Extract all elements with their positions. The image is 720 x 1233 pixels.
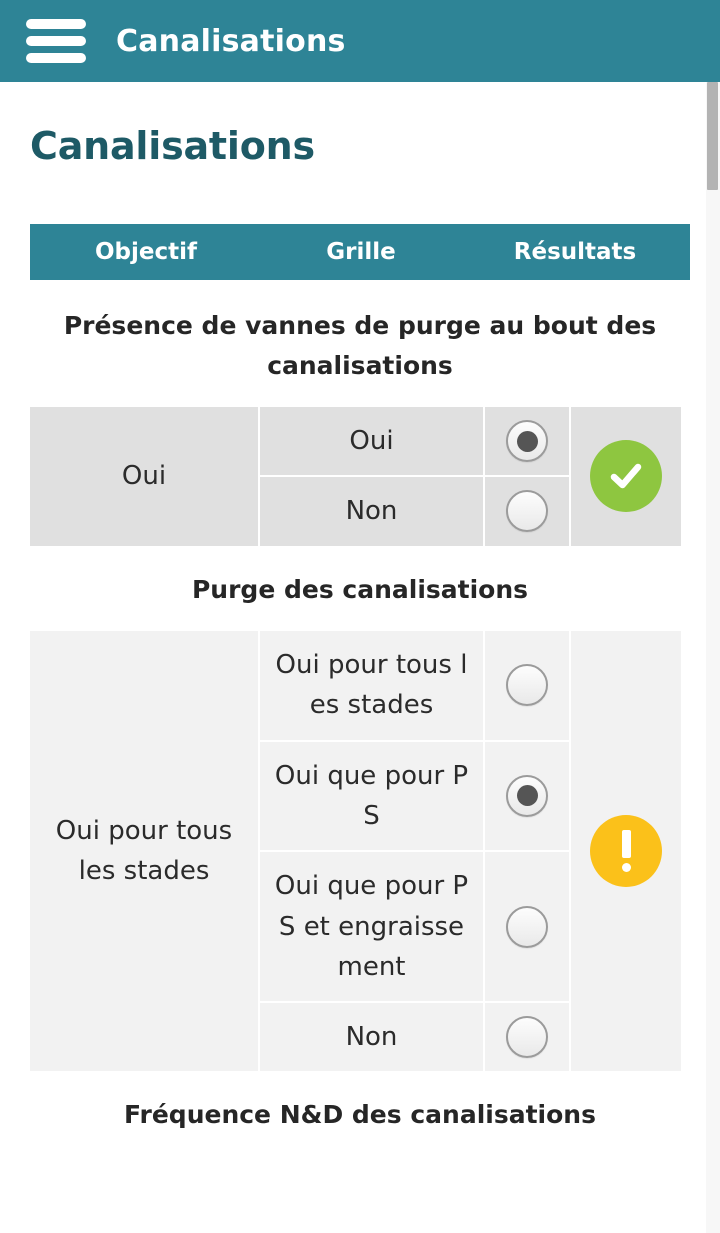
- tab-objectif[interactable]: Objectif: [30, 239, 262, 265]
- radio-dot: [516, 785, 538, 807]
- option-row[interactable]: Oui que pour PS et engraissement: [260, 850, 569, 1002]
- result-column-1: [569, 407, 681, 546]
- hamburger-bar-2: [26, 36, 86, 46]
- hamburger-menu-icon[interactable]: [26, 19, 86, 63]
- option-label: Non: [260, 1003, 485, 1072]
- question-grid-2: Oui pour tous les stades Oui pour tous l…: [30, 631, 681, 1072]
- hamburger-bar-3: [26, 53, 86, 63]
- current-answer-2: Oui pour tous les stades: [30, 631, 260, 1072]
- tab-grille[interactable]: Grille: [262, 239, 460, 265]
- radio-button[interactable]: [506, 905, 548, 948]
- exclamation-bar: [621, 830, 631, 859]
- option-radio-cell[interactable]: [485, 407, 569, 475]
- radio-dot: [516, 430, 538, 452]
- option-label: Oui que pour PS et engraissement: [260, 852, 485, 1002]
- question-heading-2: Purge des canalisations: [191, 574, 529, 604]
- option-row[interactable]: Oui pour tous les stades: [260, 631, 569, 740]
- scrollbar-thumb[interactable]: [707, 82, 718, 190]
- exclamation-dot: [621, 863, 631, 873]
- option-row[interactable]: Oui que pour PS: [260, 739, 569, 851]
- option-row[interactable]: Oui: [260, 407, 569, 476]
- page-content: Canalisations Objectif Grille Résultats …: [0, 82, 720, 1233]
- option-radio-cell[interactable]: [485, 631, 569, 740]
- option-row[interactable]: Non: [260, 1001, 569, 1072]
- option-label: Oui: [260, 407, 485, 476]
- check-circle-icon: [590, 440, 662, 513]
- exclamation-glyph: [621, 830, 631, 873]
- app-root: Canalisations Canalisations Objectif Gri…: [0, 0, 720, 1233]
- options-column-1: Oui Non: [260, 407, 569, 546]
- radio-button[interactable]: [506, 1016, 548, 1059]
- scrollbar-track[interactable]: [706, 82, 720, 1233]
- option-label: Oui que pour PS: [260, 741, 485, 851]
- option-row[interactable]: Non: [260, 475, 569, 546]
- option-label: Oui pour tous les stades: [260, 631, 485, 740]
- radio-button[interactable]: [506, 664, 548, 707]
- hamburger-bar-1: [26, 19, 86, 29]
- question-heading-3: Fréquence N&D des canalisations: [124, 1100, 596, 1130]
- option-radio-cell[interactable]: [485, 477, 569, 545]
- result-column-2: [569, 631, 681, 1072]
- radio-button[interactable]: [506, 774, 548, 817]
- question-heading-1: Présence de vannes de purge au bout des …: [63, 311, 657, 380]
- option-radio-cell[interactable]: [485, 742, 569, 851]
- radio-button[interactable]: [506, 490, 548, 533]
- option-radio-cell[interactable]: [485, 852, 569, 1001]
- app-bar-title: Canalisations: [116, 23, 346, 59]
- current-answer-1: Oui: [30, 407, 260, 546]
- warning-circle-icon: [590, 815, 662, 888]
- option-radio-cell[interactable]: [485, 1003, 569, 1071]
- app-bar: Canalisations: [0, 0, 720, 82]
- tab-resultats[interactable]: Résultats: [460, 239, 690, 265]
- question-grid-1: Oui Oui Non: [30, 407, 681, 546]
- tab-bar: Objectif Grille Résultats: [30, 224, 690, 280]
- page-title: Canalisations: [30, 124, 315, 168]
- radio-button[interactable]: [506, 420, 548, 463]
- option-label: Non: [260, 477, 485, 546]
- options-column-2: Oui pour tous les stades Oui que pour PS…: [260, 631, 569, 1072]
